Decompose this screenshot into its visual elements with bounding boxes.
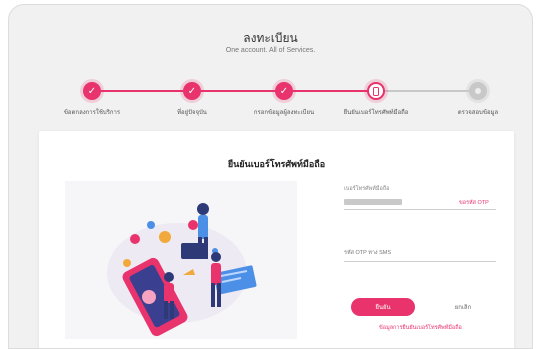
verify-phone-card: ยืนยัน เบอร์โทรศัพท์มือถือ เบอร์โทรศัพท์ม… [39,131,514,348]
phone-number-value [344,199,402,205]
card-title: ยืนยันเบอร์โทรศัพท์มือถือ [227,159,326,169]
step-label: ตรวจสอบข้อมูล [457,110,499,116]
phone-icon [367,82,385,100]
confirm-button[interactable]: ยืนยัน [351,298,415,316]
check-icon: ✓ [83,82,101,100]
check-icon: ✓ [183,82,201,100]
cancel-button[interactable]: ยกเลิก [437,298,489,316]
circle-icon [469,82,487,100]
page-frame: ลงทะเบียน One account. All of Services. … [8,4,533,349]
step-review[interactable]: ตรวจสอบข้อมูล [423,79,532,117]
page-title: ลงทะเบียน [243,31,298,45]
check-icon: ✓ [275,82,293,100]
phone-field-underline [344,209,496,210]
phone-field-label: เบอร์โทรศัพท์มือถือ [344,186,390,192]
request-otp-button[interactable]: ขอรหัส OTP [459,199,489,207]
phone-verification-illustration [65,181,297,339]
step-label: ข้อตกลงการใช้บริการ [63,110,121,116]
phone-verification-help-link[interactable]: ข้อมูลการยืนยันเบอร์โทรศัพท์มือถือ [379,324,462,332]
page-subtitle: One account. All of Services. [225,47,316,54]
step-verify-phone[interactable]: ยืนยันเบอร์โทรศัพท์มือถือ [321,79,431,117]
step-label: ยืนยันเบอร์โทรศัพท์มือถือ [343,110,409,116]
otp-input[interactable] [344,247,496,259]
registration-stepper: ✓ ข้อตกลงการใช้บริการ ✓ ที่อยู่ปัจจุบัน … [9,79,532,119]
step-terms[interactable]: ✓ ข้อตกลงการใช้บริการ [37,79,147,117]
otp-field-underline [344,261,496,262]
people-with-phone-illustration [107,203,257,337]
